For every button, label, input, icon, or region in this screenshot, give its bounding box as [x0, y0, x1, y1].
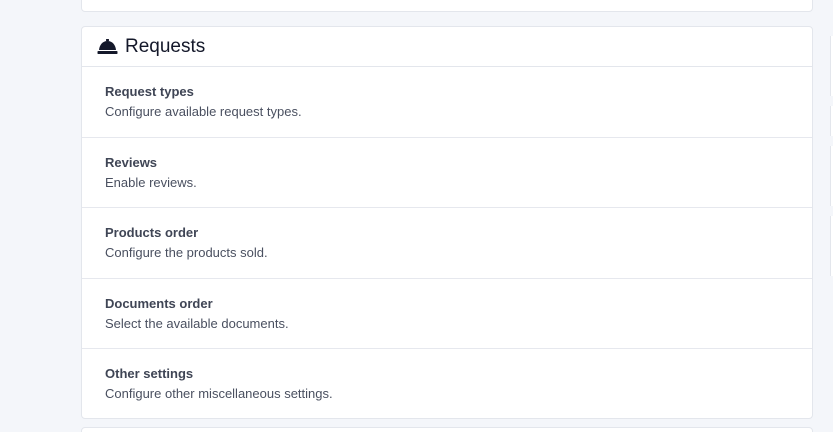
- settings-item-description: Configure available request types.: [105, 104, 302, 119]
- requests-card-title: Requests: [125, 35, 206, 57]
- requests-card: Requests Request types Configure availab…: [81, 26, 813, 419]
- settings-item-products-order[interactable]: Products order Configure the products so…: [82, 208, 812, 279]
- settings-item-other-settings[interactable]: Other settings Configure other miscellan…: [82, 349, 812, 420]
- settings-item-title: Products order: [105, 225, 199, 240]
- settings-item-request-types[interactable]: Request types Configure available reques…: [82, 67, 812, 138]
- settings-item-description: Configure the products sold.: [105, 245, 268, 260]
- settings-item-reviews[interactable]: Reviews Enable reviews.: [82, 138, 812, 208]
- settings-item-title: Reviews: [105, 154, 158, 170]
- concierge-bell-icon: [97, 38, 118, 56]
- settings-item-title: Documents order: [105, 295, 213, 311]
- settings-item-description: Configure other miscellaneous settings.: [105, 386, 333, 401]
- next-settings-card: [81, 427, 813, 432]
- settings-page: Requests Request types Configure availab…: [0, 0, 833, 432]
- previous-settings-card: [81, 0, 813, 12]
- settings-item-title: Other settings: [105, 366, 194, 381]
- requests-card-header: Requests: [82, 27, 812, 67]
- requests-settings-list: Request types Configure available reques…: [82, 67, 812, 420]
- settings-item-description: Enable reviews.: [105, 174, 197, 190]
- settings-item-description: Select the available documents.: [105, 315, 289, 331]
- settings-item-documents-order[interactable]: Documents order Select the available doc…: [82, 279, 812, 349]
- settings-item-title: Request types: [105, 84, 194, 99]
